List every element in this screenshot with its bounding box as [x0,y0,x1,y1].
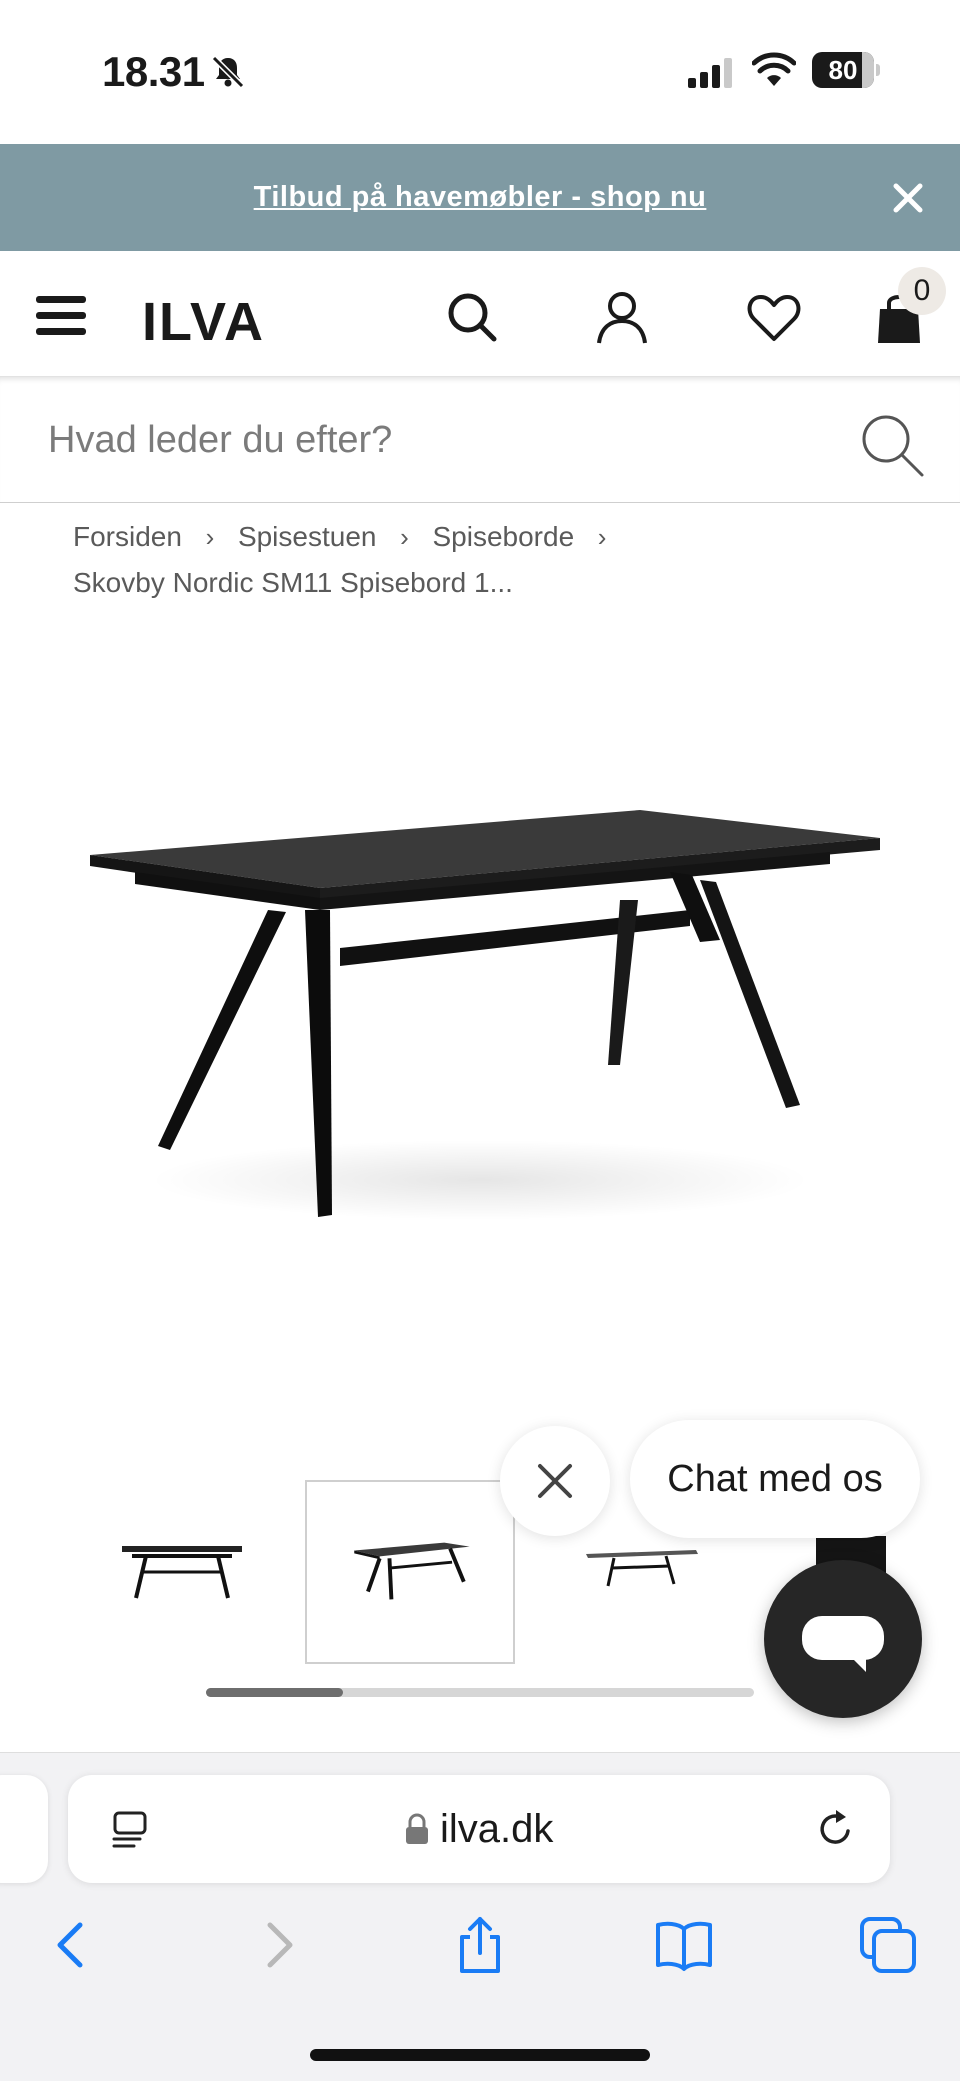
search-icon[interactable] [858,411,926,479]
previous-tab-preview[interactable] [0,1775,48,1883]
share-icon[interactable] [450,1915,510,1975]
cellular-signal-icon [688,58,732,88]
breadcrumb-separator: › [597,522,607,552]
home-indicator [310,2049,650,2061]
status-time: 18.31 [102,48,205,95]
lock-icon [406,1813,428,1844]
tabs-icon[interactable] [858,1915,918,1975]
bell-off-icon [211,55,245,89]
back-icon[interactable] [42,1915,102,1975]
breadcrumb-link-forsiden[interactable]: Forsiden [73,514,182,560]
chat-prompt-bubble[interactable]: Chat med os [630,1420,920,1538]
forward-icon[interactable] [248,1915,308,1975]
battery-level: 80 [828,55,858,85]
breadcrumb-link-spiseborde[interactable]: Spiseborde [432,514,574,560]
breadcrumb-separator: › [205,522,215,552]
logo[interactable]: ILVA [142,291,265,353]
gallery-scrollbar[interactable] [206,1688,754,1697]
chat-icon [802,1616,884,1672]
promo-banner: Tilbud på havemøbler - shop nu [0,144,960,251]
menu-icon[interactable] [36,296,86,336]
status-bar: 18.31 80 [0,0,960,144]
site-header: ILVA 0 [0,251,960,377]
breadcrumb-link-spisestuen[interactable]: Spisestuen [238,514,377,560]
search-input[interactable] [48,407,828,473]
wifi-icon [752,52,796,86]
search-icon[interactable] [444,289,500,345]
close-icon[interactable] [888,178,928,218]
address-bar[interactable]: ilva.dk [68,1775,890,1883]
product-image[interactable] [60,760,900,1240]
search-bar [0,377,960,503]
reload-icon[interactable] [814,1807,858,1851]
thumbnail-active[interactable] [305,1480,515,1664]
breadcrumb-separator: › [400,522,409,552]
breadcrumb-current: Skovby Nordic SM11 Spisebord 1... [73,567,513,598]
close-icon [538,1464,572,1498]
account-icon[interactable] [594,289,650,345]
chat-dismiss-button[interactable] [500,1426,610,1536]
browser-toolbar: ilva.dk [0,1752,960,2081]
cart-count-badge: 0 [898,267,946,315]
bookmarks-icon[interactable] [654,1915,714,1975]
breadcrumb: Forsiden › Spisestuen › Spiseborde › Sko… [73,514,933,606]
chat-launcher-button[interactable] [764,1560,922,1718]
battery-indicator: 80 [812,52,880,88]
heart-icon[interactable] [746,289,802,345]
promo-link[interactable]: Tilbud på havemøbler - shop nu [0,144,960,251]
gallery-scrollbar-thumb[interactable] [206,1688,343,1697]
page-menu-icon[interactable] [110,1809,152,1851]
url-text: ilva.dk [440,1807,554,1851]
thumbnail[interactable] [76,1480,286,1664]
